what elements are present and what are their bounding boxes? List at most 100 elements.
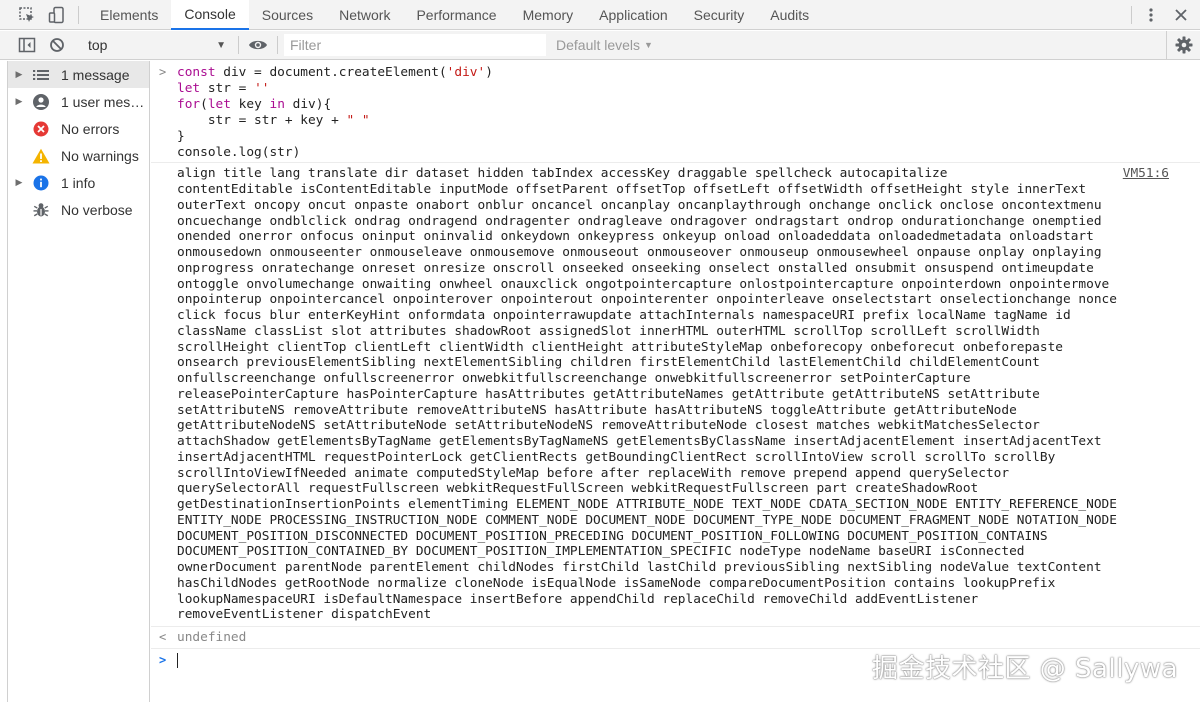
sidebar-item-warnings[interactable]: No warnings [8, 142, 149, 169]
log-line: setAttributeNS removeAttribute removeAtt… [177, 402, 1017, 418]
tab-bar-actions [1127, 0, 1200, 30]
result-arrow-icon: < [159, 630, 167, 645]
log-line: click focus blur enterKeyHint onformdata… [177, 308, 1071, 324]
log-message-text: align title lang translate dir dataset h… [177, 166, 1192, 623]
log-line: querySelectorAll requestFullscreen webki… [177, 481, 979, 497]
code-token: } [177, 128, 185, 144]
log-levels-label: Default levels [556, 37, 641, 53]
sidebar-toggle-icon[interactable] [12, 30, 42, 60]
log-line: oncuechange ondblclick ondrag ondragend … [177, 213, 1102, 229]
log-line: scrollIntoViewIfNeeded animate computedS… [177, 465, 1010, 481]
more-options-icon[interactable] [1136, 0, 1166, 30]
user-icon [30, 92, 52, 112]
log-line: ontoggle onvolumechange onwaiting onwhee… [177, 276, 1110, 292]
sidebar-item-user-messages[interactable]: ▶ 1 user mes… [8, 88, 149, 115]
console-toolbar: top ▼ Default levels ▼ [0, 30, 1200, 60]
log-line: onsearch previousElementSibling nextElem… [177, 355, 1040, 371]
log-line: attachShadow getElementsByTagName getEle… [177, 434, 1102, 450]
tab-memory[interactable]: Memory [510, 0, 587, 30]
tab-bar-divider [78, 5, 79, 24]
code-token: key [238, 96, 270, 112]
console-sidebar: ▶ 1 message ▶ 1 user mes… No errors No w… [7, 61, 150, 702]
expand-arrow-icon[interactable]: ▶ [12, 96, 26, 107]
code-token: '' [254, 80, 270, 96]
toolbar-divider-2 [277, 36, 278, 54]
error-icon [30, 119, 52, 139]
filter-input[interactable] [284, 34, 546, 56]
code-token: const [177, 65, 224, 80]
warning-icon [30, 146, 52, 166]
clear-console-icon[interactable] [42, 30, 72, 60]
tab-network[interactable]: Network [326, 0, 403, 30]
text-caret [177, 653, 178, 669]
sidebar-item-label: 1 info [61, 174, 96, 191]
console-command-entry: > const div = document.createElement('div… [151, 61, 1200, 164]
log-line: removeEventListener dispatchEvent [177, 607, 432, 623]
tab-sources[interactable]: Sources [249, 0, 326, 30]
actions-divider [1131, 5, 1132, 24]
code-token: let [177, 80, 208, 96]
inspect-element-icon[interactable] [12, 0, 42, 30]
code-token: str = [207, 80, 255, 96]
log-levels-dropdown[interactable]: Default levels ▼ [556, 37, 653, 53]
input-prompt-icon: > [159, 653, 167, 668]
code-token: str = str + key + [177, 112, 347, 128]
code-token: ) [485, 65, 493, 80]
code-token: 'div' [446, 65, 486, 80]
toolbar-divider [238, 36, 239, 54]
source-location-link[interactable]: VM51:6 [1123, 166, 1169, 182]
log-line: getAttributeNodeNS setAttributeNode setA… [177, 418, 1040, 434]
levels-dropdown-arrow-icon: ▼ [644, 40, 653, 50]
dropdown-arrow-icon: ▼ [216, 39, 226, 51]
tab-security[interactable]: Security [681, 0, 758, 30]
code-token: for [177, 96, 201, 112]
log-line: onfullscreenchange onfullscreenerror onw… [177, 371, 971, 387]
log-line: insertAdjacentHTML requestPointerLock ge… [177, 449, 1056, 465]
tab-audits[interactable]: Audits [757, 0, 822, 30]
javascript-context-select[interactable]: top ▼ [74, 34, 234, 56]
sidebar-item-label: No warnings [61, 147, 139, 164]
sidebar-item-label: No verbose [61, 201, 133, 218]
bug-icon [30, 200, 52, 220]
code-token: " " [346, 112, 370, 128]
tab-performance[interactable]: Performance [403, 0, 509, 30]
settings-gear-icon[interactable] [1166, 30, 1200, 60]
sidebar-item-errors[interactable]: No errors [8, 115, 149, 142]
code-token: ( [200, 96, 208, 112]
sidebar-item-messages[interactable]: ▶ 1 message [8, 61, 149, 88]
expand-arrow-icon[interactable]: ▶ [12, 69, 26, 80]
watermark: 掘金技术社区 @ Sallywa [872, 654, 1178, 684]
device-toolbar-icon[interactable] [42, 0, 72, 30]
sidebar-item-label: No errors [61, 120, 120, 137]
sidebar-item-info[interactable]: ▶ 1 info [8, 169, 149, 196]
expand-arrow-icon[interactable]: ▶ [12, 177, 26, 188]
code-token: div = document.createElement( [223, 65, 447, 80]
console-log-message: VM51:6 align title lang translate dir da… [151, 163, 1200, 628]
code-token: in [269, 96, 293, 112]
devtools-tab-bar: Elements Console Sources Network Perform… [0, 0, 1200, 30]
sidebar-item-verbose[interactable]: No verbose [8, 196, 149, 223]
log-line: onpointerup onpointercancel onpointerove… [177, 292, 1117, 308]
log-line: contentEditable isContentEditable inputM… [177, 182, 1087, 198]
panel-tabs: Elements Console Sources Network Perform… [87, 0, 822, 30]
log-line: onended onerror onfocus oninput oninvali… [177, 229, 1094, 245]
log-line: className classList slot attributes shad… [177, 323, 1040, 339]
log-line: onmousedown onmouseenter onmouseleave on… [177, 245, 1102, 261]
sidebar-item-label: 1 message [61, 66, 130, 83]
sidebar-item-label: 1 user mes… [61, 93, 145, 110]
close-icon[interactable] [1166, 0, 1196, 30]
eye-icon[interactable] [243, 30, 273, 60]
context-label: top [88, 37, 108, 53]
list-icon [30, 65, 52, 85]
code-token: let [207, 96, 239, 112]
log-line: scrollHeight clientTop clientLeft client… [177, 339, 1064, 355]
log-line: onprogress onratechange onreset onresize… [177, 260, 1094, 276]
tab-application[interactable]: Application [586, 0, 681, 30]
info-icon [30, 173, 52, 193]
log-line: getDestinationInsertionPoints elementTim… [177, 497, 1117, 513]
tab-elements[interactable]: Elements [87, 0, 171, 30]
input-prompt-icon: > [159, 65, 167, 79]
tab-console[interactable]: Console [171, 0, 249, 30]
code-token: div){ [292, 96, 332, 112]
result-value: undefined [177, 630, 247, 646]
